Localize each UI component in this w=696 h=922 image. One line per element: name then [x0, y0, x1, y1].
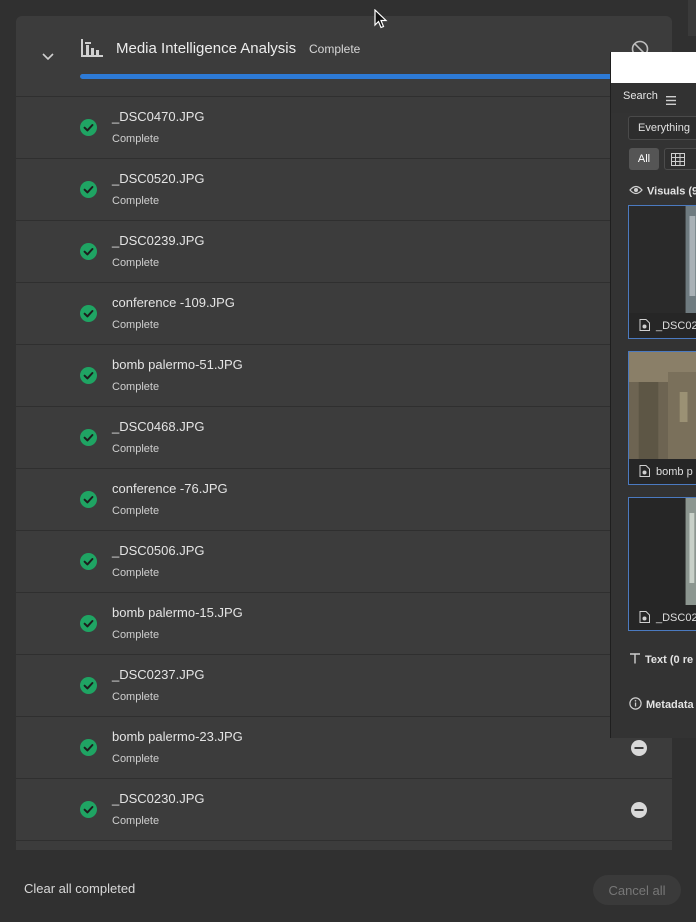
file-name: bomb palermo-23.JPG: [112, 729, 243, 744]
file-row: _DSC0470.JPG Complete: [16, 97, 672, 159]
info-icon: [629, 697, 642, 713]
menu-icon[interactable]: [666, 92, 676, 105]
job-header: Media Intelligence Analysis Complete: [16, 16, 672, 97]
file-status: Complete: [112, 691, 160, 703]
check-circle-icon: [80, 677, 97, 694]
filter-grid-button[interactable]: [664, 148, 696, 170]
job-progress-fill: [80, 74, 660, 79]
search-scope-select[interactable]: Everything: [628, 116, 696, 140]
file-status: Complete: [112, 195, 160, 207]
check-circle-icon: [80, 367, 97, 384]
file-name: _DSC0470.JPG: [112, 109, 205, 124]
file-row: bomb palermo-15.JPG Complete: [16, 593, 672, 655]
job-panel: Media Intelligence Analysis Complete _DS…: [16, 16, 672, 850]
job-progress-bar: [80, 74, 660, 79]
file-row: _DSC0239.JPG Complete: [16, 221, 672, 283]
check-circle-icon: [80, 491, 97, 508]
text-type-icon: [629, 653, 641, 667]
file-row: _DSC0520.JPG Complete: [16, 159, 672, 221]
clear-completed-link[interactable]: Clear all completed: [24, 881, 135, 896]
file-status: Complete: [112, 567, 160, 579]
file-status: Complete: [112, 815, 160, 827]
check-circle-icon: [80, 181, 97, 198]
image-file-icon: [639, 611, 650, 623]
tab-search[interactable]: Search: [623, 90, 658, 102]
image-file-icon: [639, 319, 650, 331]
result-label: bomb p: [656, 466, 693, 478]
check-circle-icon: [80, 243, 97, 260]
text-section-header[interactable]: Text (0 re: [629, 653, 693, 667]
check-circle-icon: [80, 119, 97, 136]
check-circle-icon: [80, 801, 97, 818]
image-file-icon: [639, 465, 650, 477]
file-row: _DSC0468.JPG Complete: [16, 407, 672, 469]
metadata-section-label: Metadata: [646, 698, 694, 711]
file-row: conference -76.JPG Complete: [16, 469, 672, 531]
eye-icon: [629, 185, 643, 198]
remove-item-icon[interactable]: [630, 801, 648, 819]
file-name: _DSC0520.JPG: [112, 171, 205, 186]
job-title: Media Intelligence Analysis: [116, 40, 297, 57]
media-analysis-icon: [80, 37, 104, 59]
file-status: Complete: [112, 753, 160, 765]
result-thumbnail: [629, 498, 696, 605]
visual-result-3[interactable]: _DSC02: [628, 497, 696, 631]
file-status: Complete: [112, 381, 160, 393]
file-row: bomb palermo-51.JPG Complete: [16, 345, 672, 407]
file-name: conference -76.JPG: [112, 481, 228, 496]
chevron-down-icon[interactable]: [38, 47, 58, 67]
visuals-section-label: Visuals (9: [647, 185, 696, 198]
file-status: Complete: [112, 257, 160, 269]
filter-all-button[interactable]: All: [629, 148, 659, 170]
check-circle-icon: [80, 429, 97, 446]
file-row: _DSC0237.JPG Complete: [16, 655, 672, 717]
window-edge: [688, 0, 696, 36]
check-circle-icon: [80, 305, 97, 322]
text-section-label: Text (0 re: [645, 653, 694, 666]
file-name: _DSC0468.JPG: [112, 419, 205, 434]
mouse-cursor-icon: [374, 8, 388, 29]
search-panel: Search Everything All Visuals (9 _DSC02 …: [610, 52, 696, 738]
remove-item-icon[interactable]: [630, 739, 648, 757]
visual-result-2[interactable]: bomb p: [628, 351, 696, 485]
check-circle-icon: [80, 615, 97, 632]
visuals-section-header[interactable]: Visuals (9: [629, 185, 696, 198]
file-row: bomb palermo-23.JPG Complete: [16, 717, 672, 779]
file-status: Complete: [112, 505, 160, 517]
file-name: _DSC0506.JPG: [112, 543, 205, 558]
check-circle-icon: [80, 739, 97, 756]
metadata-section-header[interactable]: Metadata: [629, 697, 694, 713]
grid-icon: [671, 153, 685, 166]
check-circle-icon: [80, 553, 97, 570]
file-status: Complete: [112, 443, 160, 455]
file-name: bomb palermo-15.JPG: [112, 605, 243, 620]
visual-result-1[interactable]: _DSC02: [628, 205, 696, 339]
file-status: Complete: [112, 319, 160, 331]
result-label: _DSC02: [656, 320, 696, 332]
file-name: _DSC0237.JPG: [112, 667, 205, 682]
search-panel-titlebar: [611, 52, 696, 83]
result-label: _DSC02: [656, 612, 696, 624]
file-name: _DSC0239.JPG: [112, 233, 205, 248]
result-thumbnail: [629, 352, 696, 459]
file-name: bomb palermo-51.JPG: [112, 357, 243, 372]
file-list: _DSC0470.JPG Complete _DSC0520.JPG Complete…: [16, 97, 672, 841]
file-name: conference -109.JPG: [112, 295, 235, 310]
file-status: Complete: [112, 629, 160, 641]
file-row: conference -109.JPG Complete: [16, 283, 672, 345]
cancel-all-button[interactable]: Cancel all: [593, 875, 681, 905]
result-thumbnail: [629, 206, 696, 313]
file-status: Complete: [112, 133, 160, 145]
job-status: Complete: [309, 42, 361, 56]
file-name: _DSC0230.JPG: [112, 791, 205, 806]
file-row: _DSC0230.JPG Complete: [16, 779, 672, 841]
file-row: _DSC0506.JPG Complete: [16, 531, 672, 593]
